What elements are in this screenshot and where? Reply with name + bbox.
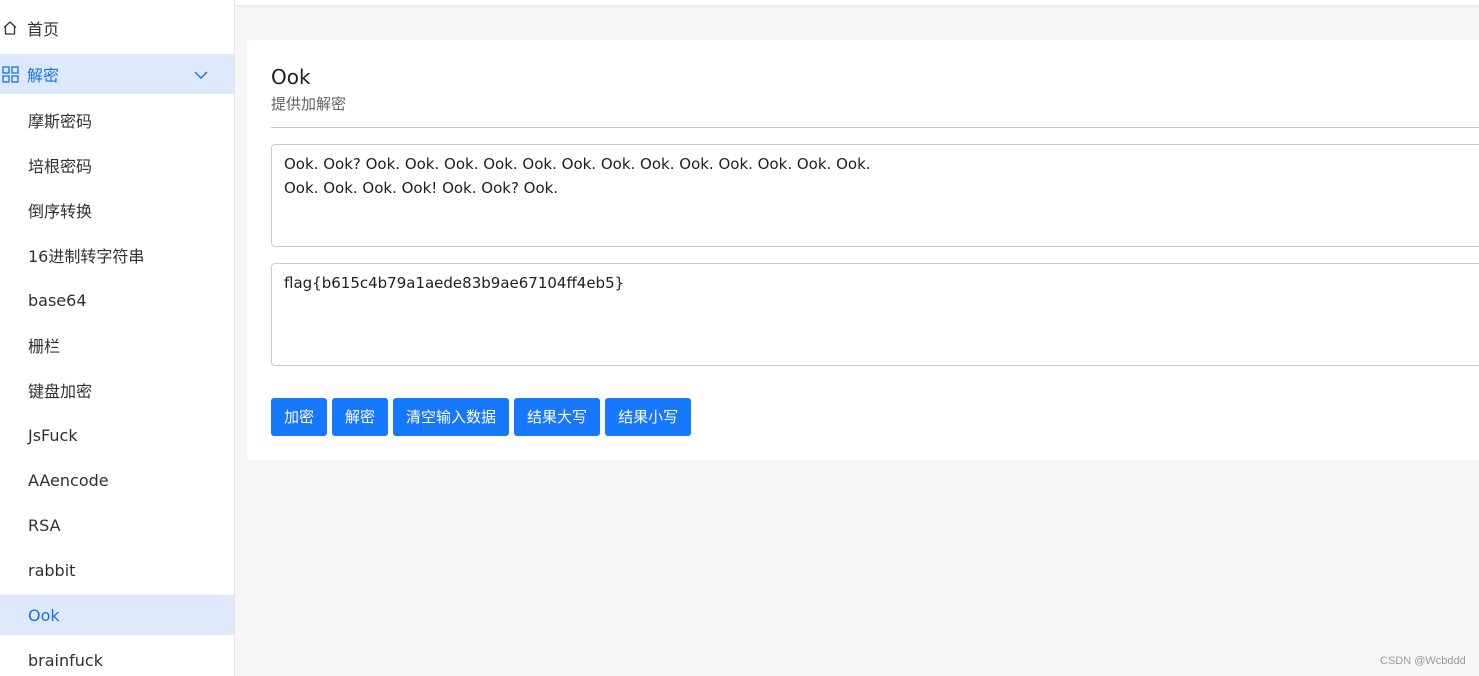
sidebar-item-label: rabbit — [28, 560, 76, 580]
sidebar: 首页 解密 摩斯密码 培根密码 倒序转换 16进制转字符串 base64 栅栏 … — [0, 0, 235, 676]
chevron-down-icon — [194, 67, 208, 81]
sidebar-item-home[interactable]: 首页 — [0, 8, 234, 48]
sidebar-item-label: RSA — [28, 515, 61, 535]
sidebar-item-label: 培根密码 — [28, 157, 93, 176]
clear-input-button[interactable]: 清空输入数据 — [393, 398, 510, 436]
sidebar-item-railfence[interactable]: 栅栏 — [0, 325, 234, 365]
main-card: Ook 提供加解密 Ook. Ook? Ook. Ook. Ook. Ook. … — [247, 40, 1479, 460]
sidebar-item-bacon[interactable]: 培根密码 — [0, 145, 234, 185]
page-subtitle: 提供加解密 — [271, 95, 347, 113]
sidebar-item-ook[interactable]: Ook — [0, 595, 234, 635]
sidebar-item-aaencode[interactable]: AAencode — [0, 460, 234, 500]
sidebar-item-brainfuck[interactable]: brainfuck — [0, 640, 234, 676]
sidebar-item-rsa[interactable]: RSA — [0, 505, 234, 545]
action-buttons: 加密 解密 清空输入数据 结果大写 结果小写 — [271, 398, 692, 436]
sidebar-group-decrypt[interactable]: 解密 — [0, 54, 234, 94]
sidebar-item-morse[interactable]: 摩斯密码 — [0, 100, 234, 140]
sidebar-item-label: JsFuck — [28, 425, 78, 445]
watermark: CSDN @Wcbddd — [1380, 655, 1466, 667]
sidebar-item-label: 摩斯密码 — [28, 112, 93, 131]
top-header — [235, 0, 1479, 5]
sidebar-item-label: 16进制转字符串 — [28, 247, 145, 266]
uppercase-button[interactable]: 结果大写 — [514, 398, 601, 436]
decrypt-button[interactable]: 解密 — [332, 398, 389, 436]
sidebar-item-label: AAencode — [28, 470, 109, 490]
home-icon — [1, 19, 19, 37]
sidebar-item-label: 首页 — [27, 20, 60, 39]
sidebar-item-label: 栅栏 — [28, 337, 61, 356]
lowercase-button[interactable]: 结果小写 — [605, 398, 692, 436]
sidebar-item-label: brainfuck — [28, 650, 103, 670]
encrypt-button[interactable]: 加密 — [271, 398, 328, 436]
sidebar-item-rabbit[interactable]: rabbit — [0, 550, 234, 590]
sidebar-group-label: 解密 — [27, 66, 60, 85]
page-title: Ook — [271, 65, 311, 89]
sidebar-item-label: Ook — [28, 605, 60, 625]
sidebar-item-keyboard[interactable]: 键盘加密 — [0, 370, 234, 410]
grid-icon — [1, 65, 19, 83]
sidebar-item-label: 键盘加密 — [28, 382, 93, 401]
sidebar-item-hex[interactable]: 16进制转字符串 — [0, 235, 234, 275]
sidebar-item-label: 倒序转换 — [28, 202, 93, 221]
sidebar-item-base64[interactable]: base64 — [0, 280, 234, 320]
output-textarea[interactable]: flag{b615c4b79a1aede83b9ae67104ff4eb5} — [271, 263, 1479, 366]
divider — [271, 127, 1479, 128]
input-textarea[interactable]: Ook. Ook? Ook. Ook. Ook. Ook. Ook. Ook. … — [271, 144, 1479, 247]
sidebar-item-jsfuck[interactable]: JsFuck — [0, 415, 234, 455]
sidebar-item-label: base64 — [28, 290, 87, 310]
sidebar-item-reverse[interactable]: 倒序转换 — [0, 190, 234, 230]
